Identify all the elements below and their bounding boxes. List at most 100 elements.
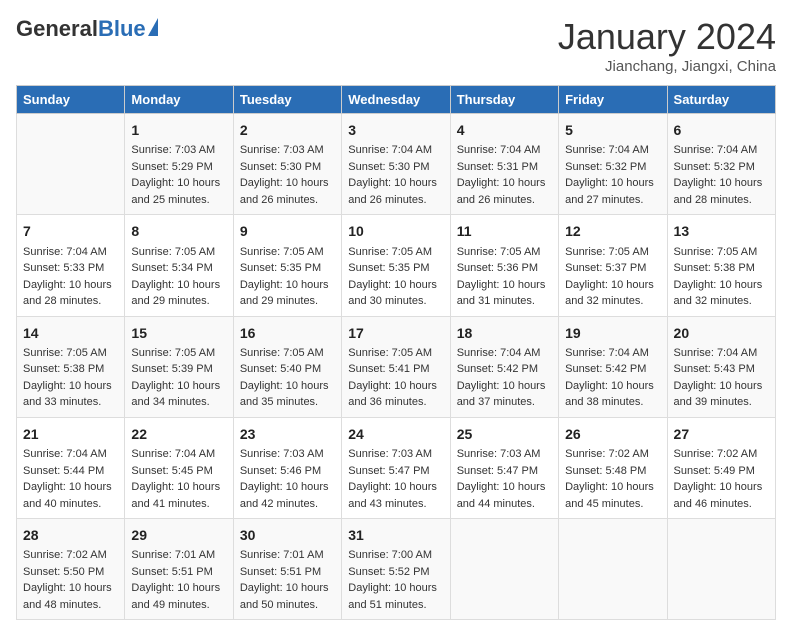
header-sunday: Sunday: [17, 86, 125, 114]
day-info: Sunrise: 7:04 AM Sunset: 5:31 PM Dayligh…: [457, 142, 552, 208]
day-number: 19: [565, 323, 660, 343]
calendar-cell: [559, 519, 667, 620]
logo: GeneralBlue: [16, 16, 158, 42]
day-number: 22: [131, 424, 226, 444]
day-info: Sunrise: 7:00 AM Sunset: 5:52 PM Dayligh…: [348, 547, 443, 613]
header-tuesday: Tuesday: [233, 86, 341, 114]
day-info: Sunrise: 7:04 AM Sunset: 5:32 PM Dayligh…: [674, 142, 769, 208]
header-monday: Monday: [125, 86, 233, 114]
week-row-0: 1Sunrise: 7:03 AM Sunset: 5:29 PM Daylig…: [17, 114, 776, 215]
calendar-cell: 31Sunrise: 7:00 AM Sunset: 5:52 PM Dayli…: [342, 519, 450, 620]
day-number: 12: [565, 221, 660, 241]
day-info: Sunrise: 7:05 AM Sunset: 5:36 PM Dayligh…: [457, 244, 552, 310]
calendar-cell: [450, 519, 558, 620]
day-info: Sunrise: 7:05 AM Sunset: 5:38 PM Dayligh…: [674, 244, 769, 310]
day-number: 18: [457, 323, 552, 343]
calendar-cell: 15Sunrise: 7:05 AM Sunset: 5:39 PM Dayli…: [125, 316, 233, 417]
day-info: Sunrise: 7:01 AM Sunset: 5:51 PM Dayligh…: [240, 547, 335, 613]
day-number: 21: [23, 424, 118, 444]
day-info: Sunrise: 7:05 AM Sunset: 5:35 PM Dayligh…: [240, 244, 335, 310]
header-friday: Friday: [559, 86, 667, 114]
day-info: Sunrise: 7:05 AM Sunset: 5:38 PM Dayligh…: [23, 345, 118, 411]
calendar-cell: 13 Sunrise: 7:05 AM Sunset: 5:38 PM Dayli…: [667, 215, 775, 316]
calendar-cell: 29Sunrise: 7:01 AM Sunset: 5:51 PM Dayli…: [125, 519, 233, 620]
day-number: 31: [348, 525, 443, 545]
day-number: 14: [23, 323, 118, 343]
day-number: 4: [457, 120, 552, 140]
calendar-cell: 17Sunrise: 7:05 AM Sunset: 5:41 PM Dayli…: [342, 316, 450, 417]
calendar-cell: 26Sunrise: 7:02 AM Sunset: 5:48 PM Dayli…: [559, 417, 667, 518]
calendar-cell: 4Sunrise: 7:04 AM Sunset: 5:31 PM Daylig…: [450, 114, 558, 215]
day-info: Sunrise: 7:05 AM Sunset: 5:39 PM Dayligh…: [131, 345, 226, 411]
calendar-cell: 18Sunrise: 7:04 AM Sunset: 5:42 PM Dayli…: [450, 316, 558, 417]
day-number: 3: [348, 120, 443, 140]
week-row-2: 14Sunrise: 7:05 AM Sunset: 5:38 PM Dayli…: [17, 316, 776, 417]
calendar-cell: 12 Sunrise: 7:05 AM Sunset: 5:37 PM Dayli…: [559, 215, 667, 316]
day-number: 8: [131, 221, 226, 241]
calendar-cell: 8 Sunrise: 7:05 AM Sunset: 5:34 PM Daylig…: [125, 215, 233, 316]
day-info: Sunrise: 7:04 AM Sunset: 5:45 PM Dayligh…: [131, 446, 226, 512]
day-info: Sunrise: 7:05 AM Sunset: 5:35 PM Dayligh…: [348, 244, 443, 310]
location: Jianchang, Jiangxi, China: [558, 58, 776, 75]
calendar-cell: 24Sunrise: 7:03 AM Sunset: 5:47 PM Dayli…: [342, 417, 450, 518]
calendar-cell: 30Sunrise: 7:01 AM Sunset: 5:51 PM Dayli…: [233, 519, 341, 620]
logo-general: General: [16, 16, 98, 42]
day-number: 13: [674, 221, 769, 241]
day-info: Sunrise: 7:05 AM Sunset: 5:40 PM Dayligh…: [240, 345, 335, 411]
title-block: January 2024 Jianchang, Jiangxi, China: [558, 16, 776, 75]
calendar-cell: 11 Sunrise: 7:05 AM Sunset: 5:36 PM Dayli…: [450, 215, 558, 316]
calendar-cell: 25Sunrise: 7:03 AM Sunset: 5:47 PM Dayli…: [450, 417, 558, 518]
day-info: Sunrise: 7:04 AM Sunset: 5:32 PM Dayligh…: [565, 142, 660, 208]
calendar-cell: 10 Sunrise: 7:05 AM Sunset: 5:35 PM Dayli…: [342, 215, 450, 316]
day-number: 27: [674, 424, 769, 444]
day-number: 15: [131, 323, 226, 343]
day-number: 23: [240, 424, 335, 444]
day-number: 17: [348, 323, 443, 343]
day-info: Sunrise: 7:02 AM Sunset: 5:49 PM Dayligh…: [674, 446, 769, 512]
header-saturday: Saturday: [667, 86, 775, 114]
week-row-1: 7 Sunrise: 7:04 AM Sunset: 5:33 PM Daylig…: [17, 215, 776, 316]
day-number: 29: [131, 525, 226, 545]
day-number: 2: [240, 120, 335, 140]
day-number: 25: [457, 424, 552, 444]
day-info: Sunrise: 7:04 AM Sunset: 5:42 PM Dayligh…: [457, 345, 552, 411]
day-number: 9: [240, 221, 335, 241]
day-info: Sunrise: 7:05 AM Sunset: 5:41 PM Dayligh…: [348, 345, 443, 411]
logo-blue: Blue: [98, 16, 146, 42]
calendar-cell: 14Sunrise: 7:05 AM Sunset: 5:38 PM Dayli…: [17, 316, 125, 417]
calendar-cell: 27Sunrise: 7:02 AM Sunset: 5:49 PM Dayli…: [667, 417, 775, 518]
day-info: Sunrise: 7:03 AM Sunset: 5:46 PM Dayligh…: [240, 446, 335, 512]
month-title: January 2024: [558, 16, 776, 58]
week-row-4: 28Sunrise: 7:02 AM Sunset: 5:50 PM Dayli…: [17, 519, 776, 620]
day-info: Sunrise: 7:05 AM Sunset: 5:37 PM Dayligh…: [565, 244, 660, 310]
calendar-cell: 22Sunrise: 7:04 AM Sunset: 5:45 PM Dayli…: [125, 417, 233, 518]
header-wednesday: Wednesday: [342, 86, 450, 114]
day-number: 24: [348, 424, 443, 444]
calendar-cell: 19Sunrise: 7:04 AM Sunset: 5:42 PM Dayli…: [559, 316, 667, 417]
calendar-cell: 23Sunrise: 7:03 AM Sunset: 5:46 PM Dayli…: [233, 417, 341, 518]
day-number: 10: [348, 221, 443, 241]
day-number: 28: [23, 525, 118, 545]
calendar-cell: 21Sunrise: 7:04 AM Sunset: 5:44 PM Dayli…: [17, 417, 125, 518]
calendar-cell: 20Sunrise: 7:04 AM Sunset: 5:43 PM Dayli…: [667, 316, 775, 417]
day-info: Sunrise: 7:03 AM Sunset: 5:29 PM Dayligh…: [131, 142, 226, 208]
day-info: Sunrise: 7:02 AM Sunset: 5:48 PM Dayligh…: [565, 446, 660, 512]
calendar-table: SundayMondayTuesdayWednesdayThursdayFrid…: [16, 85, 776, 620]
day-info: Sunrise: 7:05 AM Sunset: 5:34 PM Dayligh…: [131, 244, 226, 310]
day-number: 7: [23, 221, 118, 241]
page-header: GeneralBlue January 2024 Jianchang, Jian…: [16, 16, 776, 75]
day-number: 30: [240, 525, 335, 545]
day-number: 5: [565, 120, 660, 140]
day-info: Sunrise: 7:02 AM Sunset: 5:50 PM Dayligh…: [23, 547, 118, 613]
calendar-cell: 2Sunrise: 7:03 AM Sunset: 5:30 PM Daylig…: [233, 114, 341, 215]
day-info: Sunrise: 7:04 AM Sunset: 5:33 PM Dayligh…: [23, 244, 118, 310]
calendar-cell: 7 Sunrise: 7:04 AM Sunset: 5:33 PM Daylig…: [17, 215, 125, 316]
day-number: 11: [457, 221, 552, 241]
calendar-cell: 5Sunrise: 7:04 AM Sunset: 5:32 PM Daylig…: [559, 114, 667, 215]
day-number: 16: [240, 323, 335, 343]
calendar-cell: 28Sunrise: 7:02 AM Sunset: 5:50 PM Dayli…: [17, 519, 125, 620]
day-info: Sunrise: 7:03 AM Sunset: 5:47 PM Dayligh…: [348, 446, 443, 512]
calendar-cell: 3Sunrise: 7:04 AM Sunset: 5:30 PM Daylig…: [342, 114, 450, 215]
calendar-cell: [667, 519, 775, 620]
day-info: Sunrise: 7:04 AM Sunset: 5:42 PM Dayligh…: [565, 345, 660, 411]
